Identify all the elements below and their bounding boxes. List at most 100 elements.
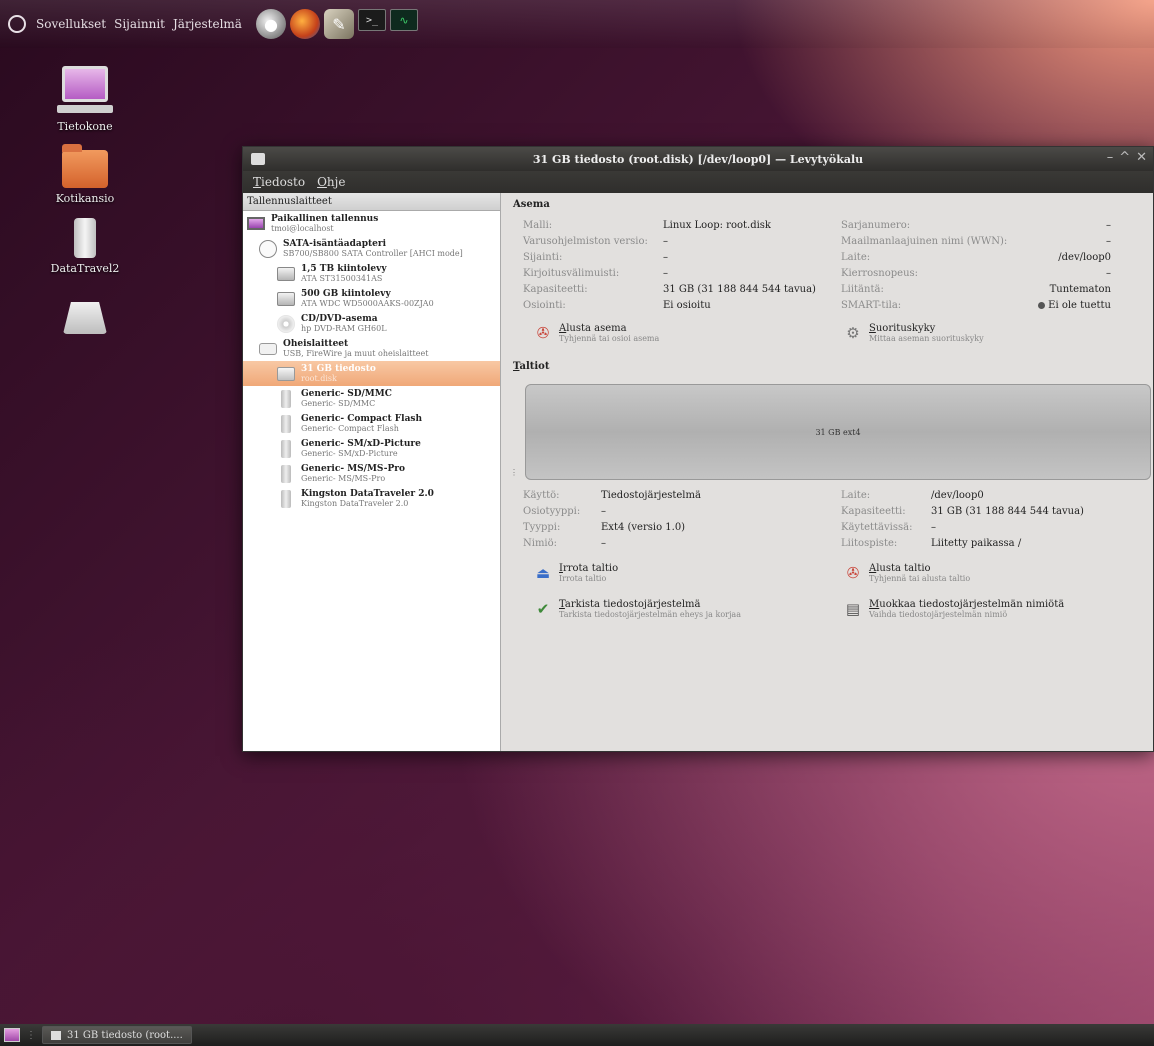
property-value: – <box>663 268 668 279</box>
check-filesystem-button[interactable]: ✔ Tarkista tiedostojärjestelmä Tarkista … <box>533 599 843 619</box>
format-drive-button[interactable]: ✇ Alusta asema Tyhjennä tai osioi asema <box>533 323 843 343</box>
unmount-volume-button[interactable]: ⏏ Irrota taltio Irrota taltio <box>533 563 843 583</box>
tree-item[interactable]: CD/DVD-asema hp DVD-RAM GH60L <box>243 311 500 336</box>
menu-system[interactable]: Järjestelmä <box>173 17 242 31</box>
peripherals-icon <box>259 340 277 358</box>
desktop-icon-usb[interactable]: DataTravel2 <box>40 218 130 275</box>
edit-label-icon: ▤ <box>845 600 861 618</box>
drive-properties: Malli: Linux Loop: root.disk Sarjanumero: –… <box>523 220 1153 311</box>
show-desktop-icon[interactable] <box>4 1028 20 1042</box>
volume-bar[interactable]: 31 GB ext4 <box>525 384 1151 480</box>
tree-item-name: Generic- Compact Flash <box>301 413 423 424</box>
maximize-icon[interactable]: ^ <box>1119 150 1130 165</box>
tree-item-name: 500 GB kiintolevy <box>301 288 391 299</box>
property-value: Liitetty paikassa / <box>931 538 1022 549</box>
desktop-icon-label: DataTravel2 <box>50 262 120 275</box>
property-value: Ei osioitu <box>663 300 711 311</box>
format-icon: ✇ <box>846 564 860 582</box>
computer-icon <box>57 66 113 113</box>
tree-item[interactable]: Kingston DataTraveler 2.0 Kingston DataTr… <box>243 486 500 511</box>
tree-item-name: Generic- SD/MMC <box>301 388 392 399</box>
window-controls: – ^ ✕ <box>1107 150 1147 165</box>
tree-item-sub: ATA WDC WD5000AAKS-00ZJA0 <box>301 298 434 308</box>
property-label: SMART-tila: <box>841 300 902 311</box>
property-value: – <box>1106 268 1111 279</box>
volume-actions-row2: ✔ Tarkista tiedostojärjestelmä Tarkista … <box>533 599 1153 619</box>
property-label: Kierrosnopeus: <box>841 268 919 279</box>
window-icon <box>51 1030 61 1040</box>
system-monitor-icon[interactable]: ∿ <box>389 9 418 31</box>
property-label: Laite: <box>841 490 871 501</box>
property-value: Linux Loop: root.disk <box>663 220 771 231</box>
card-reader-icon <box>277 439 295 458</box>
terminal-icon[interactable]: >_ <box>357 9 386 31</box>
paint-icon[interactable]: ✎ <box>323 9 354 39</box>
property-label: Liitäntä: <box>841 284 884 295</box>
tree-item-sub: Generic- SD/MMC <box>301 398 376 408</box>
tree-item[interactable]: Oheislaitteet USB, FireWire ja muut oheis… <box>243 336 500 361</box>
property-label: Osiotyyppi: <box>523 506 581 517</box>
property-value: /dev/loop0 <box>1058 252 1111 263</box>
desktop-icon-drive[interactable] <box>40 302 130 334</box>
property-label: Tyyppi: <box>523 522 561 533</box>
taskbar-item-disk-utility[interactable]: 31 GB tiedosto (root.... <box>42 1026 192 1044</box>
tree-item[interactable]: 500 GB kiintolevy ATA WDC WD5000AAKS-00ZJ… <box>243 286 500 311</box>
bottom-panel: ⋮ 31 GB tiedosto (root.... <box>0 1024 1154 1046</box>
titlebar[interactable]: 31 GB tiedosto (root.disk) [/dev/loop0] … <box>243 147 1153 171</box>
menu-file[interactable]: Tiedosto <box>253 175 305 189</box>
ubuntu-logo-icon[interactable] <box>8 15 26 33</box>
menu-places[interactable]: Sijainnit <box>114 17 165 31</box>
tree-item-name: 1,5 TB kiintolevy <box>301 263 387 274</box>
volume-actions-row1: ⏏ Irrota taltio Irrota taltio ✇ Alusta t… <box>533 563 1153 583</box>
tree-item[interactable]: 31 GB tiedosto root.disk <box>243 361 500 386</box>
menu-applications[interactable]: Sovellukset <box>36 17 106 31</box>
drive-icon <box>63 302 107 334</box>
tree-item[interactable]: Generic- Compact Flash Generic- Compact F… <box>243 411 500 436</box>
tree-item[interactable]: 1,5 TB kiintolevy ATA ST31500341AS <box>243 261 500 286</box>
menu-help[interactable]: Ohje <box>317 175 345 189</box>
firefox-icon[interactable] <box>289 9 320 39</box>
pane-splitter[interactable]: ⋮ <box>510 193 518 751</box>
property-value: Ext4 (versio 1.0) <box>601 522 686 533</box>
property-value: – <box>663 236 668 247</box>
tree-item[interactable]: Generic- MS/MS-Pro Generic- MS/MS-Pro <box>243 461 500 486</box>
property-label: Liitospiste: <box>841 538 898 549</box>
launchers: ● ✎ >_ ∿ <box>255 9 418 39</box>
section-title-volumes: Taltiot <box>513 361 550 372</box>
hard-disk-icon <box>277 265 295 283</box>
minimize-icon[interactable]: – <box>1107 150 1114 165</box>
gimp-icon[interactable]: ● <box>255 9 286 39</box>
tree-item-sub: tmoi@localhost <box>271 223 334 233</box>
hard-disk-icon <box>277 290 295 308</box>
desktop-icon-computer[interactable]: Tietokone <box>40 66 130 133</box>
sata-adapter-icon <box>259 239 277 258</box>
tree-item-sub: ATA ST31500341AS <box>301 273 383 283</box>
edit-label-button[interactable]: ▤ Muokkaa tiedostojärjestelmän nimiötä V… <box>843 599 1153 619</box>
top-panel: Sovellukset Sijainnit Järjestelmä ● ✎ >_… <box>0 0 1154 48</box>
property-value: – <box>601 506 606 517</box>
tree-item-sub: Kingston DataTraveler 2.0 <box>301 498 409 508</box>
volume-label: 31 GB ext4 <box>815 427 861 437</box>
format-volume-button[interactable]: ✇ Alusta taltio Tyhjennä tai alusta talt… <box>843 563 1153 583</box>
tree-item[interactable]: Paikallinen tallennus tmoi@localhost <box>243 211 500 236</box>
tree-item[interactable]: SATA-isäntäadapteri SB700/SB800 SATA Cont… <box>243 236 500 261</box>
property-value: Ei ole tuettu <box>1001 300 1111 311</box>
benchmark-button[interactable]: ⚙ Suorituskyky Mittaa aseman suorituskyk… <box>843 323 1153 343</box>
details-pane: Asema Malli: Linux Loop: root.disk Sarjanu… <box>501 193 1153 751</box>
tree-item-name: Oheislaitteet <box>283 338 349 349</box>
tree-item[interactable]: Generic- SD/MMC Generic- SD/MMC <box>243 386 500 411</box>
home-folder-icon <box>62 144 108 188</box>
desktop-icon-home[interactable]: Kotikansio <box>40 144 130 205</box>
property-value: – <box>663 252 668 263</box>
top-menu: Sovellukset Sijainnit Järjestelmä <box>36 17 242 31</box>
tree-item[interactable]: Generic- SM/xD-Picture Generic- SM/xD-Pic… <box>243 436 500 461</box>
close-icon[interactable]: ✕ <box>1136 150 1147 165</box>
property-value: /dev/loop0 <box>931 490 984 501</box>
property-value: – <box>1106 220 1111 231</box>
sidebar-header: Tallennuslaitteet <box>243 193 500 211</box>
cd-dvd-icon <box>277 314 295 333</box>
tree-item-sub: USB, FireWire ja muut oheislaitteet <box>283 348 429 358</box>
device-tree: Paikallinen tallennus tmoi@localhost SATA-… <box>243 211 500 511</box>
property-value: Tiedostojärjestelmä <box>601 490 701 501</box>
property-label: Osiointi: <box>523 300 566 311</box>
